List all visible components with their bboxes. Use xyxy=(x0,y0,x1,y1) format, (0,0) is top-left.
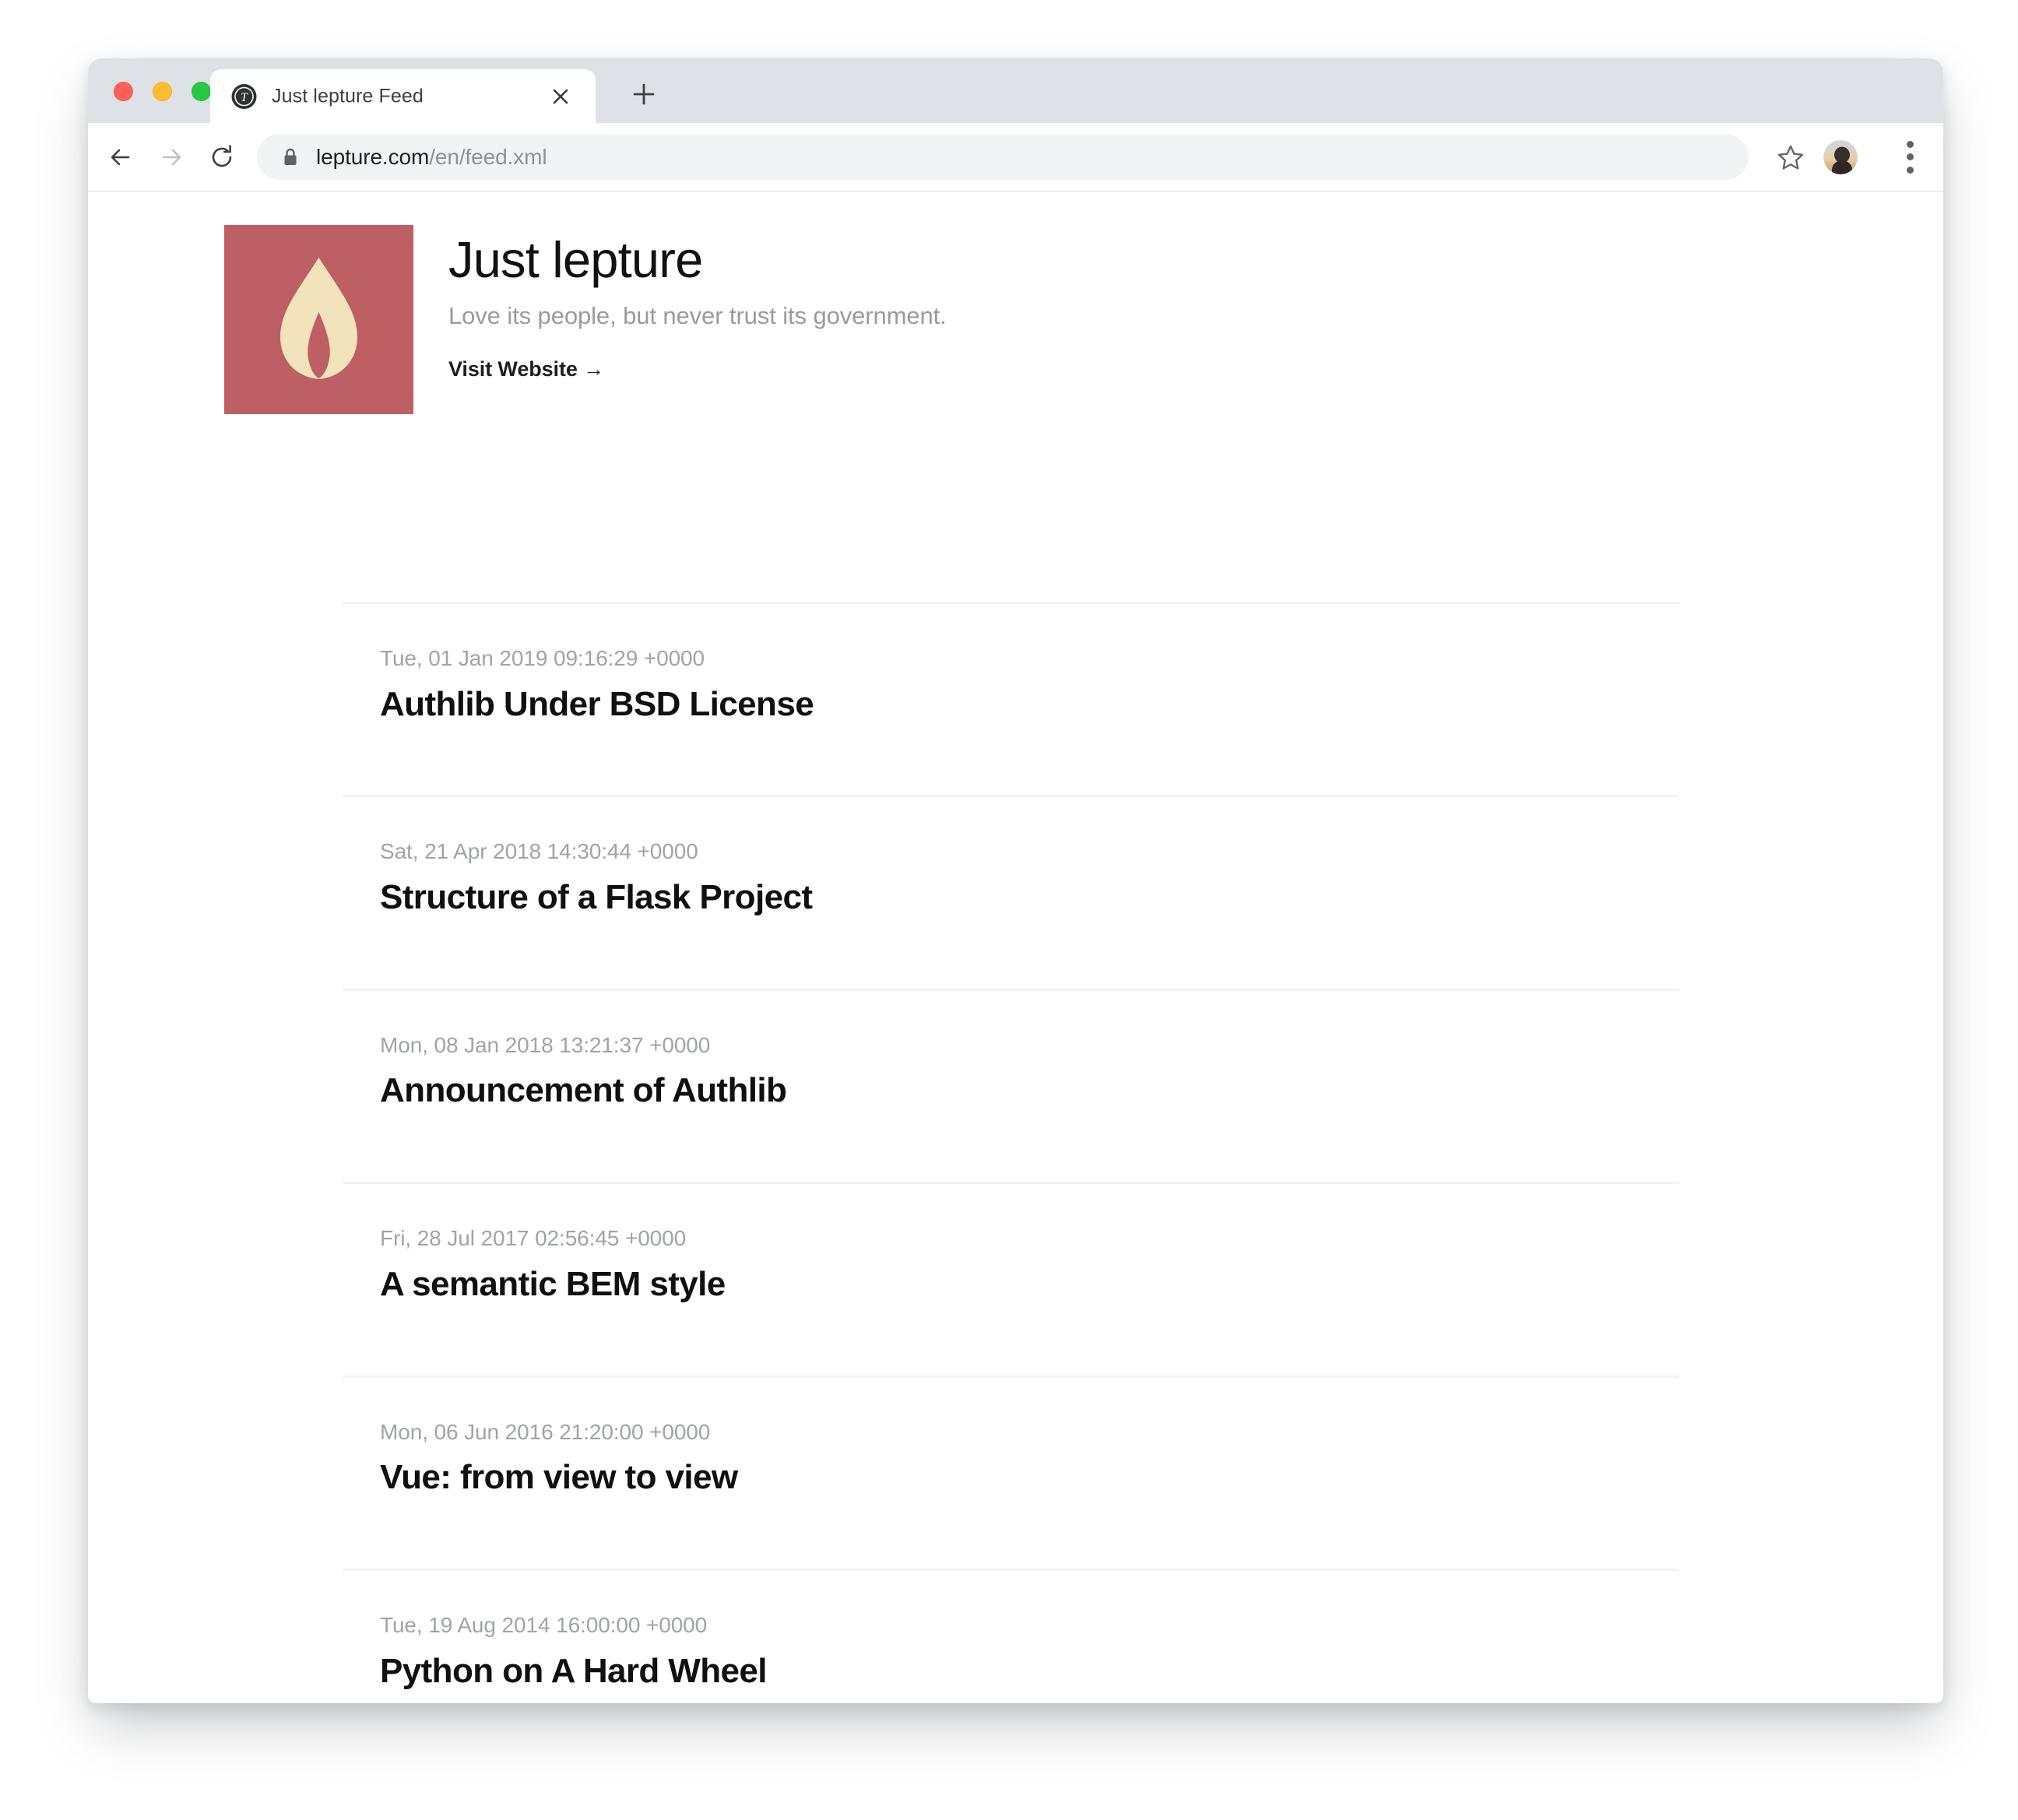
entry-title[interactable]: Python on A Hard Wheel xyxy=(380,1651,1679,1692)
flame-logo xyxy=(224,225,413,414)
menu-dot xyxy=(1907,141,1914,148)
browser-menu-icon[interactable] xyxy=(1906,141,1914,174)
list-item[interactable]: Fri, 28 Jul 2017 02:56:45 +0000 A semant… xyxy=(343,1184,1679,1375)
page-viewport: Just lepture Love its people, but never … xyxy=(88,191,1943,1703)
url-host: lepture.com xyxy=(316,145,429,169)
page-title: Just lepture xyxy=(448,233,947,287)
entry-date: Sat, 21 Apr 2018 14:30:44 +0000 xyxy=(380,838,1679,865)
feed-entry-list: Tue, 01 Jan 2019 09:16:29 +0000 Authlib … xyxy=(343,602,1679,1703)
entry-title[interactable]: Structure of a Flask Project xyxy=(380,877,1679,919)
entry-date: Mon, 08 Jan 2018 13:21:37 +0000 xyxy=(380,1032,1679,1059)
typlog-t-icon: T xyxy=(231,83,257,109)
list-item[interactable]: Mon, 08 Jan 2018 13:21:37 +0000 Announce… xyxy=(343,991,1679,1182)
close-window-button[interactable] xyxy=(114,82,133,101)
menu-dot xyxy=(1907,167,1914,174)
entry-date: Fri, 28 Jul 2017 02:56:45 +0000 xyxy=(380,1225,1679,1252)
back-icon[interactable] xyxy=(106,142,135,172)
feed-header-text: Just lepture Love its people, but never … xyxy=(448,225,947,381)
close-icon[interactable] xyxy=(549,85,572,108)
minimize-window-button[interactable] xyxy=(153,82,172,101)
visit-website-link[interactable]: Visit Website → xyxy=(448,357,604,381)
browser-toolbar: lepture.com/en/feed.xml xyxy=(88,123,1943,191)
list-item[interactable]: Tue, 19 Aug 2014 16:00:00 +0000 Python o… xyxy=(343,1571,1679,1703)
address-bar[interactable]: lepture.com/en/feed.xml xyxy=(257,134,1749,180)
new-tab-button[interactable] xyxy=(631,81,657,107)
entry-date: Tue, 19 Aug 2014 16:00:00 +0000 xyxy=(380,1612,1679,1639)
svg-text:T: T xyxy=(241,91,248,104)
feed-header: Just lepture Love its people, but never … xyxy=(224,225,947,414)
menu-dot xyxy=(1907,153,1914,160)
avatar[interactable] xyxy=(1823,140,1858,174)
entry-title[interactable]: Authlib Under BSD License xyxy=(380,684,1679,726)
bookmark-star-icon[interactable] xyxy=(1777,143,1805,171)
reload-icon[interactable] xyxy=(207,142,237,172)
lock-icon xyxy=(282,147,299,167)
entry-date: Tue, 01 Jan 2019 09:16:29 +0000 xyxy=(380,645,1679,672)
list-item[interactable]: Sat, 21 Apr 2018 14:30:44 +0000 Structur… xyxy=(343,797,1679,988)
entry-date: Mon, 06 Jun 2016 21:20:00 +0000 xyxy=(380,1419,1679,1446)
entry-title[interactable]: Vue: from view to view xyxy=(380,1457,1679,1499)
tab-strip: T Just lepture Feed xyxy=(88,58,1943,123)
page-subtitle: Love its people, but never trust its gov… xyxy=(448,300,947,332)
forward-icon[interactable] xyxy=(156,142,186,172)
tab-just-lepture-feed[interactable]: T Just lepture Feed xyxy=(210,69,596,123)
url-path: /en/feed.xml xyxy=(429,145,547,169)
address-bar-url: lepture.com/en/feed.xml xyxy=(316,145,547,170)
tab-title: Just lepture Feed xyxy=(272,85,424,107)
browser-window: T Just lepture Feed xyxy=(88,58,1943,1703)
traffic-lights xyxy=(114,82,211,101)
entry-title[interactable]: Announcement of Authlib xyxy=(380,1070,1679,1112)
list-item[interactable]: Mon, 06 Jun 2016 21:20:00 +0000 Vue: fro… xyxy=(343,1378,1679,1569)
list-item[interactable]: Tue, 01 Jan 2019 09:16:29 +0000 Authlib … xyxy=(343,604,1679,795)
maximize-window-button[interactable] xyxy=(192,82,211,101)
entry-title[interactable]: A semantic BEM style xyxy=(380,1264,1679,1305)
